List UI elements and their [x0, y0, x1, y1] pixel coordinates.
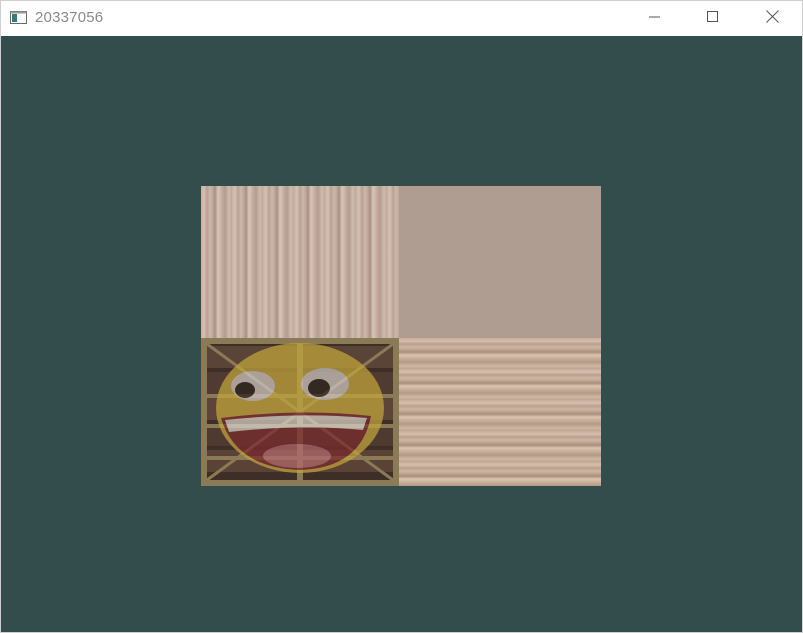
wooden-crate-texture: [201, 338, 399, 486]
render-viewport[interactable]: [1, 36, 802, 632]
close-icon: [765, 9, 779, 28]
stretched-edge-texture-horizontal: [399, 338, 601, 486]
textured-quad: [201, 186, 601, 486]
maximize-icon: [707, 10, 719, 28]
close-button[interactable]: [743, 1, 801, 36]
app-window-icon: [10, 11, 27, 24]
maximize-button[interactable]: [684, 1, 742, 36]
window-title: 20337056: [35, 9, 104, 26]
clamped-corner-texture: [399, 186, 601, 338]
title-bar[interactable]: 20337056: [1, 1, 802, 36]
minimize-button[interactable]: [626, 1, 684, 36]
awesome-face-texture: [216, 343, 384, 473]
minimize-icon: [649, 10, 661, 28]
app-window: 20337056: [0, 0, 803, 633]
stretched-edge-texture-vertical: [201, 186, 399, 338]
